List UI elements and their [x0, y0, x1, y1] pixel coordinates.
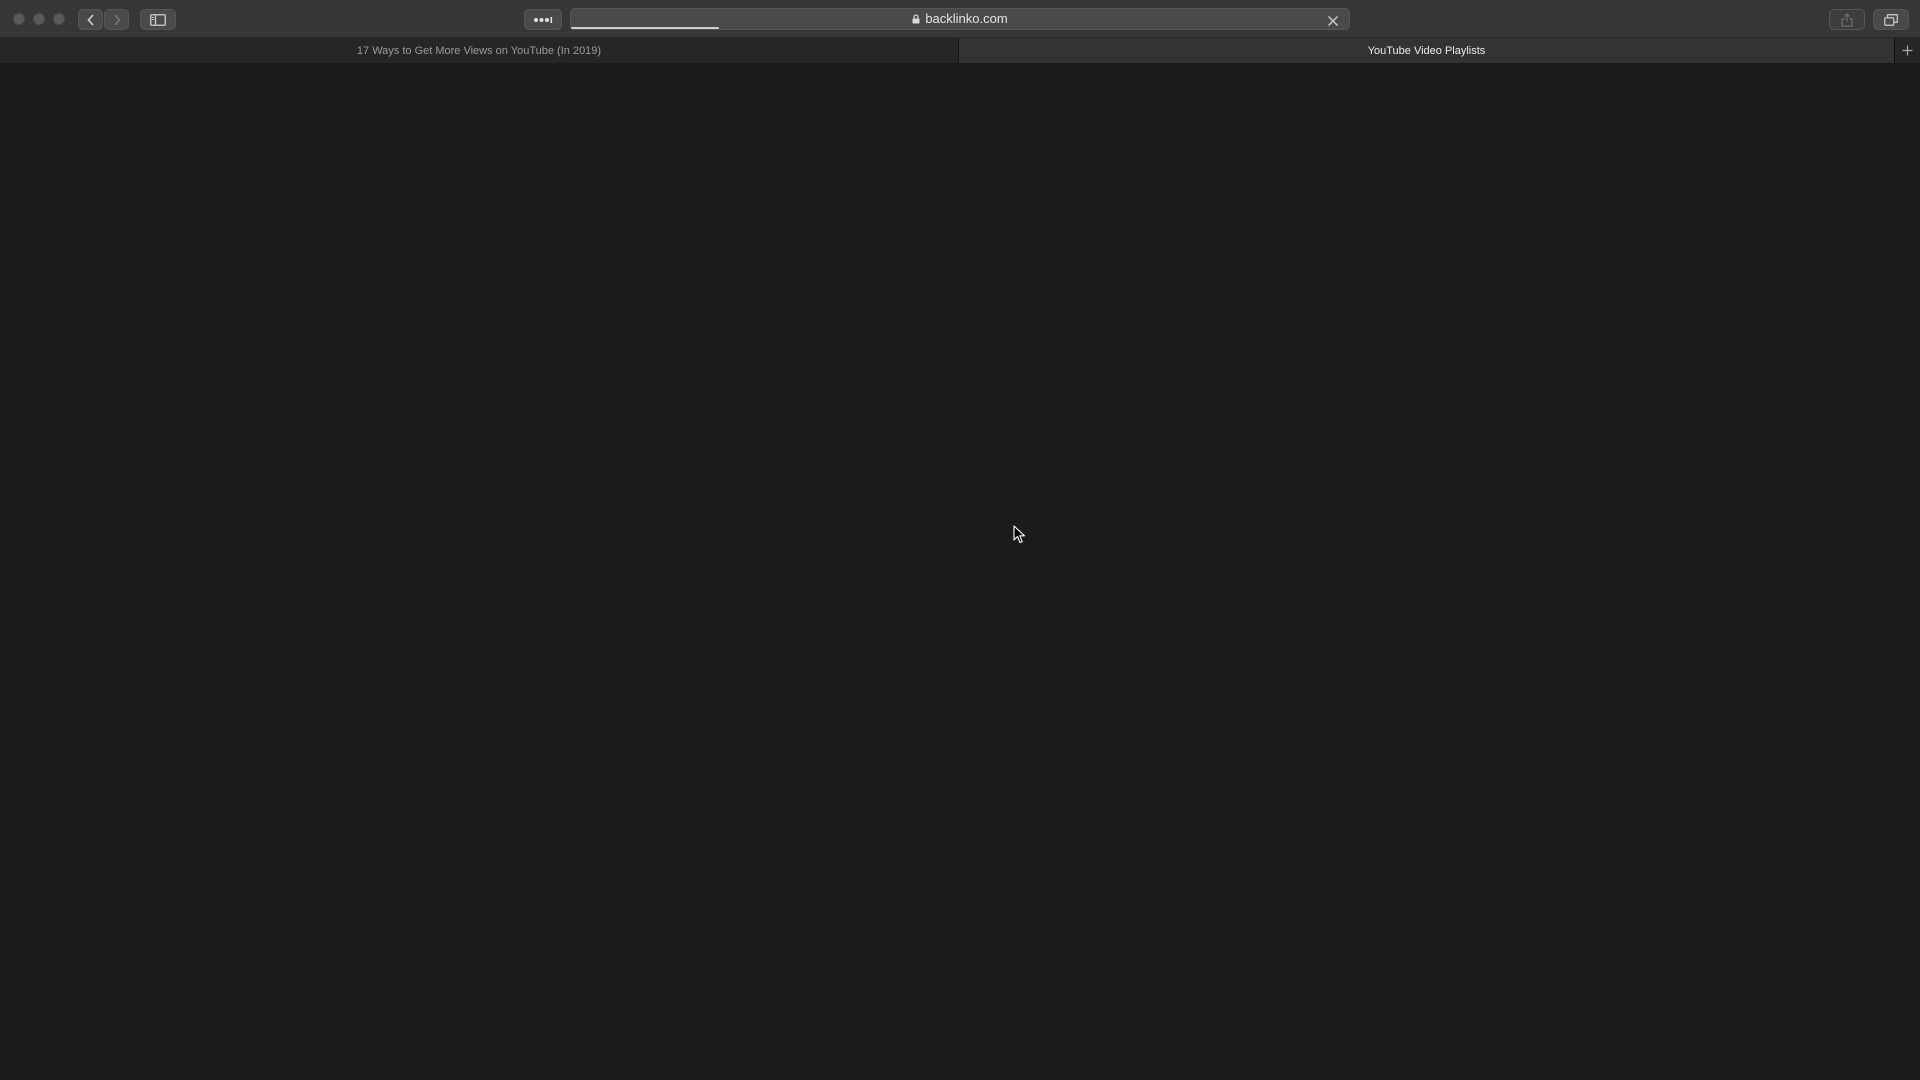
- sidebar-icon: [150, 13, 166, 26]
- tab-youtube-video-playlists[interactable]: YouTube Video Playlists: [959, 38, 1894, 63]
- back-button[interactable]: [78, 9, 103, 30]
- dots-icon: [534, 16, 553, 23]
- tab-bar: 17 Ways to Get More Views on YouTube (In…: [0, 38, 1920, 63]
- close-icon[interactable]: [1327, 14, 1339, 32]
- forward-button[interactable]: [104, 9, 129, 30]
- browser-toolbar: backlinko.com: [0, 0, 1920, 38]
- tab-title: YouTube Video Playlists: [1367, 44, 1486, 57]
- mouse-pointer-icon: [1013, 525, 1026, 544]
- chevron-left-icon: [86, 13, 94, 26]
- tabs-overview-icon: [1884, 13, 1898, 26]
- tab-title: 17 Ways to Get More Views on YouTube (In…: [356, 44, 602, 57]
- tabs-overview-button[interactable]: [1873, 9, 1909, 30]
- page-content: [0, 63, 1920, 1080]
- url-text: backlinko.com: [925, 11, 1008, 26]
- page-load-progress-bar: [571, 27, 719, 29]
- plus-icon: [1902, 45, 1913, 56]
- sidebar-toggle-button[interactable]: [140, 9, 176, 30]
- new-tab-button[interactable]: [1894, 38, 1920, 63]
- lock-icon: [912, 14, 920, 24]
- zoom-window-button[interactable]: [53, 13, 65, 25]
- reader-button[interactable]: [524, 9, 562, 30]
- share-icon: [1841, 12, 1853, 27]
- chevron-right-icon: [113, 13, 121, 26]
- address-bar[interactable]: backlinko.com: [570, 8, 1350, 30]
- browser-window: backlinko.com 17 Ways to Get More Views: [0, 0, 1920, 1080]
- share-button[interactable]: [1829, 9, 1865, 30]
- close-window-button[interactable]: [13, 13, 25, 25]
- tab-17-ways-youtube-views[interactable]: 17 Ways to Get More Views on YouTube (In…: [0, 38, 959, 63]
- minimize-window-button[interactable]: [33, 13, 45, 25]
